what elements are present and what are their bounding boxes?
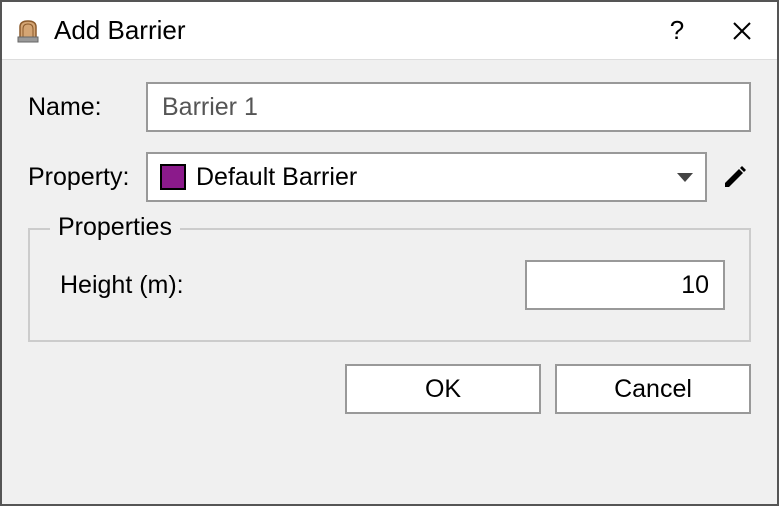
close-icon — [732, 21, 752, 41]
property-color-swatch — [160, 164, 186, 190]
app-icon — [12, 15, 44, 47]
edit-property-button[interactable] — [719, 161, 751, 193]
name-input[interactable] — [146, 82, 751, 132]
pencil-icon — [722, 164, 748, 190]
property-combo-text: Default Barrier — [196, 163, 677, 192]
name-label: Name: — [28, 93, 146, 122]
property-combo[interactable]: Default Barrier — [146, 152, 707, 202]
property-combo-wrapper: Default Barrier — [146, 152, 751, 202]
dialog-content: Name: Property: Default Barrier Properti… — [2, 60, 777, 504]
name-row: Name: — [28, 82, 751, 132]
chevron-down-icon — [677, 173, 693, 182]
dialog-title: Add Barrier — [54, 15, 647, 46]
properties-legend: Properties — [50, 213, 180, 242]
property-row: Property: Default Barrier — [28, 152, 751, 202]
titlebar: Add Barrier ? — [2, 2, 777, 60]
ok-button[interactable]: OK — [345, 364, 541, 414]
property-label: Property: — [28, 163, 146, 192]
help-button[interactable]: ? — [647, 2, 707, 60]
dialog-window: Add Barrier ? Name: Property: Default Ba… — [0, 0, 779, 506]
height-row: Height (m): — [54, 260, 725, 310]
cancel-button[interactable]: Cancel — [555, 364, 751, 414]
height-label: Height (m): — [54, 271, 525, 300]
height-input[interactable] — [525, 260, 725, 310]
close-button[interactable] — [707, 2, 777, 60]
button-row: OK Cancel — [28, 364, 751, 414]
properties-fieldset: Properties Height (m): — [28, 228, 751, 342]
